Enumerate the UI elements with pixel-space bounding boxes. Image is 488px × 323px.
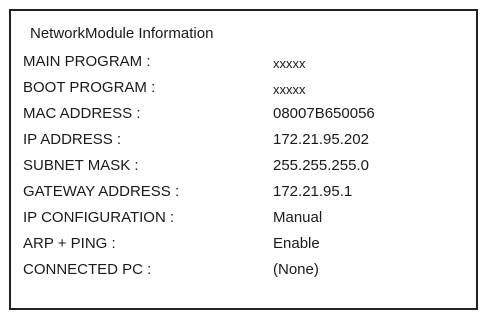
ip-address-label: IP ADDRESS : [23, 131, 122, 148]
gateway-address-value: 172.21.95.1 [273, 183, 353, 200]
connected-pc-label: CONNECTED PC : [23, 261, 152, 278]
main-program-value: xxxxx [273, 56, 306, 71]
network-module-info-panel: NetworkModule Information MAIN PROGRAM :… [9, 9, 478, 310]
info-row-connected-pc: CONNECTED PC : (None) [11, 261, 476, 287]
info-row-boot-program: BOOT PROGRAM : xxxxx [11, 79, 476, 105]
main-program-label: MAIN PROGRAM : [23, 53, 151, 70]
ip-configuration-value: Manual [273, 209, 323, 226]
info-row-ip-configuration: IP CONFIGURATION : Manual [11, 209, 476, 235]
info-rows: MAIN PROGRAM : xxxxx BOOT PROGRAM : xxxx… [11, 53, 476, 287]
gateway-address-label: GATEWAY ADDRESS : [23, 183, 180, 200]
info-row-main-program: MAIN PROGRAM : xxxxx [11, 53, 476, 79]
info-row-mac-address: MAC ADDRESS : 08007B650056 [11, 105, 476, 131]
subnet-mask-label: SUBNET MASK : [23, 157, 139, 174]
info-row-ip-address: IP ADDRESS : 172.21.95.202 [11, 131, 476, 157]
connected-pc-value: (None) [273, 261, 319, 278]
info-row-gateway-address: GATEWAY ADDRESS : 172.21.95.1 [11, 183, 476, 209]
mac-address-label: MAC ADDRESS : [23, 105, 141, 122]
info-row-subnet-mask: SUBNET MASK : 255.255.255.0 [11, 157, 476, 183]
arp-ping-value: Enable [273, 235, 320, 252]
info-row-arp-ping: ARP + PING : Enable [11, 235, 476, 261]
arp-ping-label: ARP + PING : [23, 235, 116, 252]
ip-address-value: 172.21.95.202 [273, 131, 369, 148]
ip-configuration-label: IP CONFIGURATION : [23, 209, 175, 226]
panel-title: NetworkModule Information [30, 25, 214, 42]
subnet-mask-value: 255.255.255.0 [273, 157, 369, 174]
boot-program-label: BOOT PROGRAM : [23, 79, 156, 96]
boot-program-value: xxxxx [273, 82, 306, 97]
mac-address-value: 08007B650056 [273, 105, 375, 122]
